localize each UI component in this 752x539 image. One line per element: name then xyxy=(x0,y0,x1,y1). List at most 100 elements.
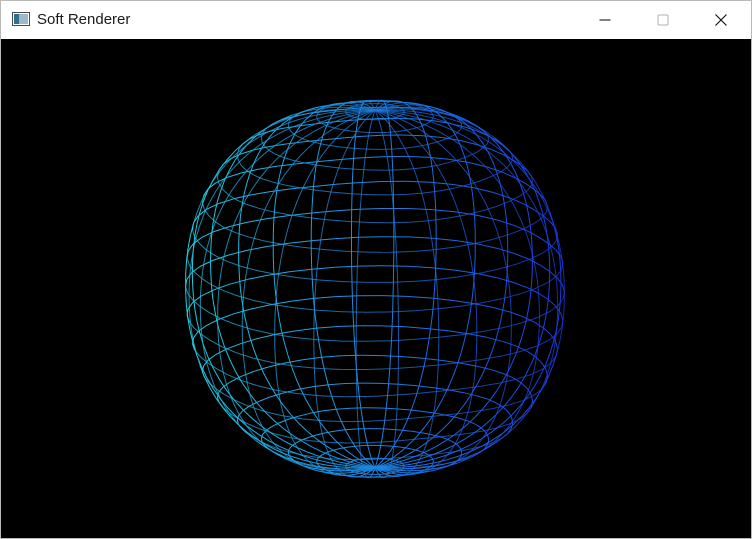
wire-segment xyxy=(385,404,388,414)
wire-segment xyxy=(454,131,467,138)
wire-segment xyxy=(495,405,501,416)
wire-segment xyxy=(395,106,406,109)
wire-segment xyxy=(206,235,211,248)
wire-segment xyxy=(231,180,240,192)
wire-segment xyxy=(404,146,416,149)
wire-segment xyxy=(508,400,523,406)
wire-segment xyxy=(368,441,389,444)
wire-segment xyxy=(396,254,398,268)
close-button[interactable] xyxy=(692,1,750,39)
wire-segment xyxy=(313,296,336,299)
wire-segment xyxy=(386,450,391,457)
wire-segment xyxy=(398,383,417,387)
wire-segment xyxy=(389,348,392,361)
wire-segment xyxy=(385,445,393,447)
render-viewport[interactable] xyxy=(1,39,751,538)
wire-segment xyxy=(376,113,379,119)
maximize-button[interactable] xyxy=(634,1,692,39)
wire-segment xyxy=(448,188,455,201)
wire-segment xyxy=(370,473,374,476)
wire-segment xyxy=(378,428,391,430)
wire-segment xyxy=(342,311,368,313)
wire-segment xyxy=(335,440,343,448)
wire-segment xyxy=(336,162,342,172)
wire-segment xyxy=(407,130,415,138)
wire-segment xyxy=(360,459,363,466)
wire-segment xyxy=(392,444,395,452)
wire-segment xyxy=(371,104,374,108)
wire-segment xyxy=(560,312,564,320)
wire-segment xyxy=(556,281,558,294)
wire-segment xyxy=(367,419,391,422)
wire-segment xyxy=(407,154,413,164)
wire-segment xyxy=(215,397,224,408)
wire-segment xyxy=(491,424,502,433)
wire-segment xyxy=(234,406,241,417)
wire-segment xyxy=(540,264,550,272)
wire-segment xyxy=(257,396,270,403)
wire-segment xyxy=(291,366,297,379)
wire-segment xyxy=(522,192,527,204)
wire-segment xyxy=(526,170,535,181)
wire-segment xyxy=(394,229,397,243)
wire-segment xyxy=(405,415,410,425)
wire-segment xyxy=(552,257,556,270)
wire-segment xyxy=(210,340,223,348)
wire-segment xyxy=(247,236,264,242)
wire-segment xyxy=(320,226,324,240)
wire-segment xyxy=(409,115,422,120)
wire-segment xyxy=(189,259,192,272)
wire-segment xyxy=(313,173,316,185)
wire-segment xyxy=(485,204,492,217)
wire-segment xyxy=(389,360,391,373)
app-window-icon xyxy=(12,12,30,26)
wire-segment xyxy=(435,459,448,464)
wire-segment xyxy=(551,240,557,247)
wire-segment xyxy=(327,191,332,204)
wire-segment xyxy=(334,429,346,432)
wire-segment xyxy=(282,413,287,424)
wire-segment xyxy=(402,356,423,359)
wire-segment xyxy=(533,375,541,387)
wire-segment xyxy=(463,154,468,165)
wire-segment xyxy=(251,191,272,196)
wire-segment xyxy=(315,397,318,409)
wire-segment xyxy=(492,161,498,173)
wire-segment xyxy=(432,121,445,127)
wire-segment xyxy=(478,268,499,274)
minimize-button[interactable] xyxy=(576,1,634,39)
wire-segment xyxy=(313,125,325,132)
wire-segment xyxy=(210,237,212,250)
app-window: Soft Renderer xyxy=(0,0,752,539)
wire-segment xyxy=(468,333,487,338)
wire-segment xyxy=(314,462,327,466)
wire-segment xyxy=(234,231,248,238)
wire-segment xyxy=(436,371,439,383)
wire-segment xyxy=(476,365,492,371)
wire-segment xyxy=(514,253,529,260)
wire-segment xyxy=(418,128,428,135)
wire-segment xyxy=(347,445,356,448)
wire-segment xyxy=(359,156,383,159)
wire-segment xyxy=(353,323,355,336)
wire-segment xyxy=(367,100,370,102)
wire-segment xyxy=(388,372,390,384)
wire-segment xyxy=(238,424,248,434)
wire-segment xyxy=(258,361,265,374)
minimize-icon xyxy=(599,14,611,26)
wire-segment xyxy=(498,378,517,384)
wire-segment xyxy=(192,229,196,238)
wire-segment xyxy=(509,161,516,172)
wire-segment xyxy=(539,330,544,343)
wire-segment xyxy=(351,298,354,311)
wire-segment xyxy=(477,372,484,385)
wire-segment xyxy=(423,462,436,466)
title-bar[interactable]: Soft Renderer xyxy=(1,1,751,39)
wire-segment xyxy=(186,272,192,281)
wire-segment xyxy=(294,136,305,145)
wire-segment xyxy=(248,145,259,154)
wire-segment xyxy=(262,178,274,183)
wire-segment xyxy=(312,446,324,453)
wire-segment xyxy=(336,130,344,138)
wire-segment xyxy=(411,415,434,419)
